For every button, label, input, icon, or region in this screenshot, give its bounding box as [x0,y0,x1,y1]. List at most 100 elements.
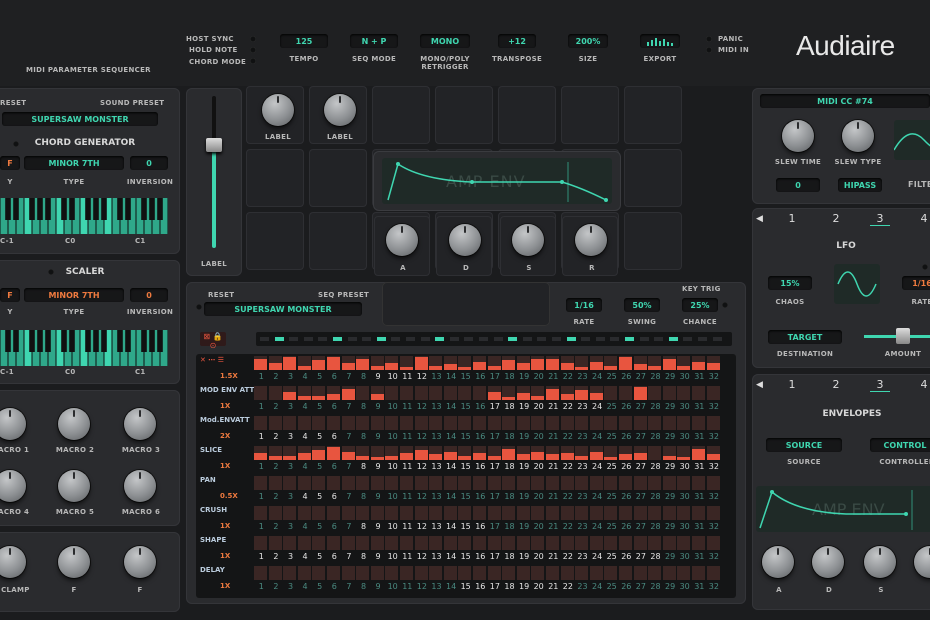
seq-step-cell[interactable] [706,536,720,550]
seq-step-cell[interactable] [254,566,268,580]
seq-step-cell[interactable] [254,386,268,400]
seq-step-cell[interactable] [268,386,282,400]
seq-step-cell[interactable] [619,476,633,490]
seq-step-cell[interactable] [692,416,706,430]
transpose-display[interactable]: +12 [498,34,536,48]
macro-3-knob[interactable] [124,408,156,440]
seq-step-cell[interactable] [385,476,399,490]
seq-step-cell[interactable] [414,476,428,490]
lfo-wave-display[interactable] [834,264,880,304]
chord-enable-led[interactable] [13,141,19,147]
seq-step-cell[interactable] [327,476,341,490]
chord-mode-led[interactable] [250,58,256,64]
seq-step-cell[interactable] [385,506,399,520]
fader-handle[interactable] [206,138,222,152]
lfo-tab[interactable]: 2 [826,212,846,225]
seq-step-cell[interactable] [429,536,443,550]
seq-step-cell[interactable] [254,416,268,430]
seq-step-cell[interactable] [268,536,282,550]
scaler-type-display[interactable]: MINOR 7TH [24,288,124,302]
env-tab[interactable]: 1 [782,378,802,391]
seq-step-cell[interactable] [589,476,603,490]
seq-step-cell[interactable] [662,536,676,550]
seq-step-cell[interactable] [458,386,472,400]
seq-step-cell[interactable] [370,536,384,550]
seq-step-cell[interactable] [648,536,662,550]
seq-step-cell[interactable] [385,416,399,430]
seq-step-cell[interactable] [560,476,574,490]
seq-step-cell[interactable] [341,416,355,430]
seq-step-cell[interactable] [648,506,662,520]
seq-step-cell[interactable] [575,506,589,520]
chord-inversion-display[interactable]: 0 [130,156,168,170]
seq-step-cell[interactable] [356,476,370,490]
seq-step-cell[interactable] [312,476,326,490]
seq-step-cell[interactable] [312,506,326,520]
seq-step-cell[interactable] [297,536,311,550]
release-knob[interactable] [575,224,607,256]
seq-step-cell[interactable] [400,476,414,490]
swing-display[interactable]: 50% [624,298,660,312]
seq-row-speed[interactable]: 2X [220,432,230,440]
panic-led[interactable] [706,36,712,42]
lfo-led[interactable] [922,264,928,270]
seq-step-cell[interactable] [473,536,487,550]
seq-step-cell[interactable] [356,506,370,520]
seq-row-speed[interactable]: 1.5X [220,372,238,380]
seq-mode-display[interactable]: N + P [350,34,398,48]
seq-step-cell[interactable] [677,416,691,430]
seq-step-cell[interactable] [283,506,297,520]
pad[interactable] [561,86,619,144]
seq-step-cell[interactable] [414,506,428,520]
seq-step-cell[interactable] [648,386,662,400]
seq-step-cell[interactable] [341,506,355,520]
lfo-tab[interactable]: 3 [870,212,890,226]
seq-step-cell[interactable] [677,476,691,490]
seq-step-cell[interactable] [458,476,472,490]
seq-step-cell[interactable] [648,416,662,430]
seq-step-cell[interactable] [516,566,530,580]
seq-step-cell[interactable] [546,476,560,490]
seq-step-cell[interactable] [648,476,662,490]
seq-step-cell[interactable] [619,416,633,430]
seq-step-cell[interactable] [297,506,311,520]
seq-step-cell[interactable] [692,386,706,400]
seq-step-cell[interactable] [473,506,487,520]
env-display[interactable]: AMP ENV [756,486,930,532]
seq-step-cell[interactable] [619,566,633,580]
seq-step-cell[interactable] [268,566,282,580]
seq-step-cell[interactable] [385,566,399,580]
seq-step-cell[interactable] [297,476,311,490]
seq-step-cell[interactable] [662,476,676,490]
seq-step-cell[interactable] [414,416,428,430]
seq-step-cell[interactable] [268,506,282,520]
seq-step-cell[interactable] [370,566,384,580]
macro-2-knob[interactable] [58,408,90,440]
seq-step-cell[interactable] [546,416,560,430]
env-sustain-knob[interactable] [864,546,896,578]
seq-step-cell[interactable] [327,536,341,550]
clamp-knob[interactable] [0,546,26,578]
seq-step-cell[interactable] [604,476,618,490]
seq-step-cell[interactable] [487,566,501,580]
attack-knob[interactable] [386,224,418,256]
label-knob[interactable] [262,94,294,126]
seq-step-cell[interactable] [312,416,326,430]
scaler-enable-led[interactable] [48,269,54,275]
slew-value-display[interactable]: 0 [776,178,820,192]
seq-step-cell[interactable] [473,566,487,580]
scaler-inversion-display[interactable]: 0 [130,288,168,302]
chaos-display[interactable]: 15% [768,276,812,290]
seq-step-cell[interactable] [458,536,472,550]
seq-step-cell[interactable] [400,386,414,400]
sustain-knob[interactable] [512,224,544,256]
chord-type-display[interactable]: MINOR 7TH [24,156,124,170]
env-tab[interactable]: 4 [914,378,930,391]
env-tab[interactable]: 3 [870,378,890,392]
pad[interactable] [372,86,430,144]
lfo-rate-display[interactable]: 1/16 [902,276,930,290]
seq-step-cell[interactable] [443,566,457,580]
seq-step-cell[interactable] [575,566,589,580]
seq-step-cell[interactable] [589,506,603,520]
seq-step-cell[interactable] [560,416,574,430]
